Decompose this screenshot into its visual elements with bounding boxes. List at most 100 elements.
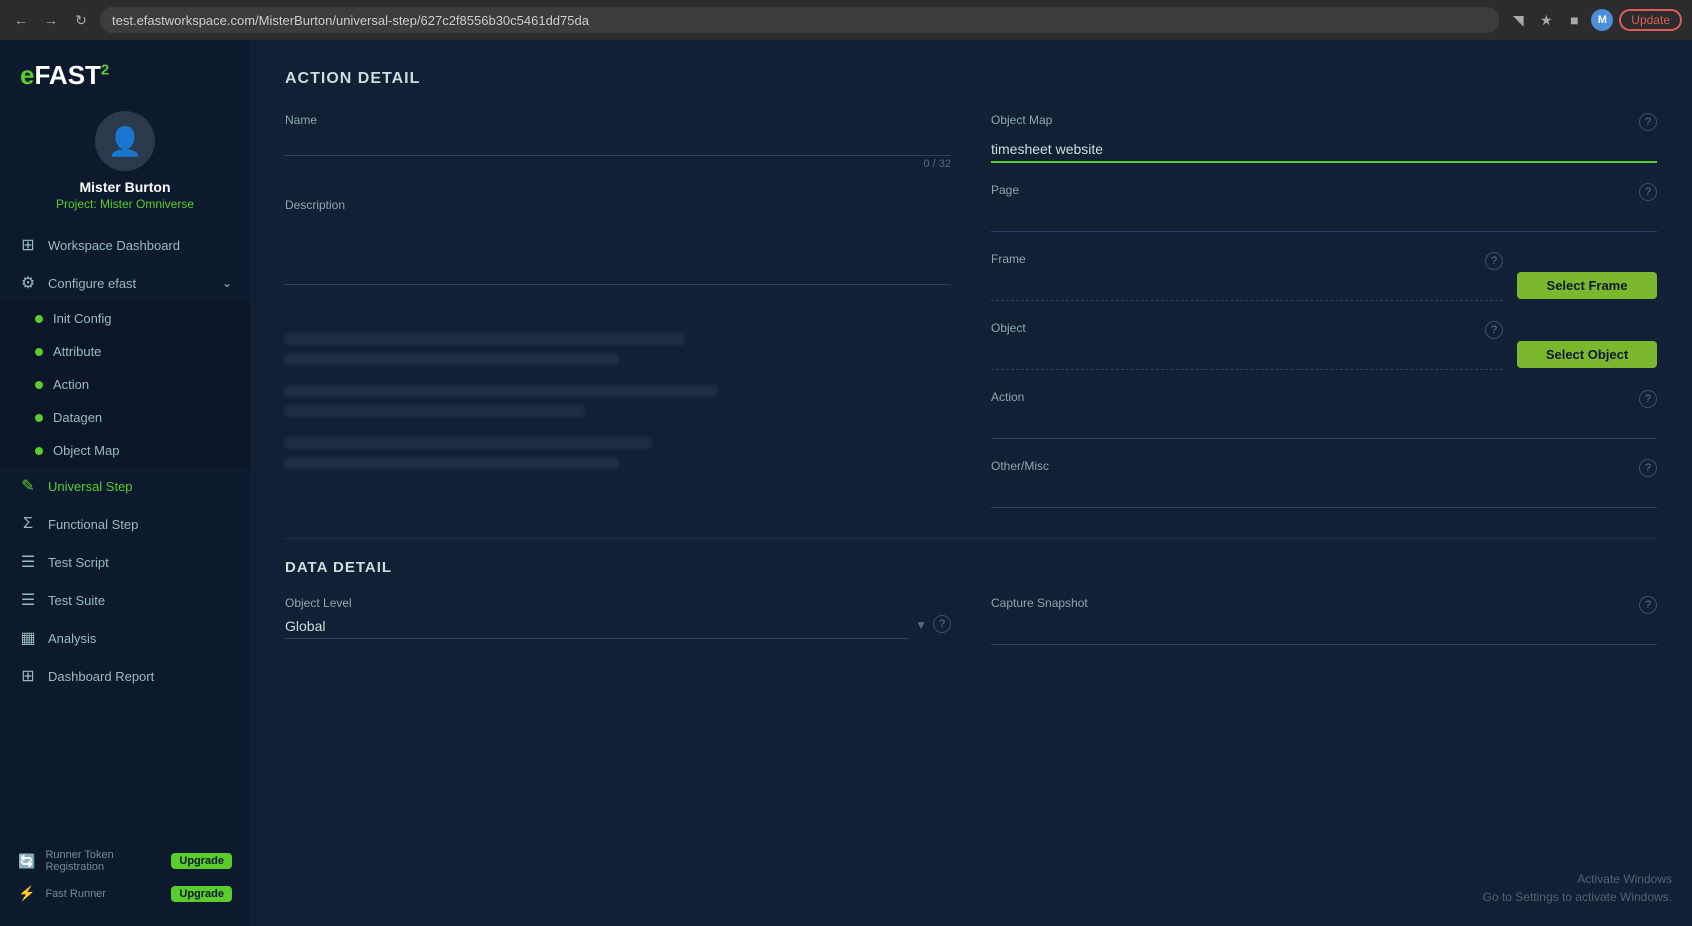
sidebar-bottom: 🔄 Runner Token Registration Upgrade ⚡ Fa… xyxy=(0,835,250,916)
action-label: Action xyxy=(991,390,1024,404)
cast-icon[interactable]: ◥ xyxy=(1507,9,1529,31)
action-detail-title: ACTION DETAIL xyxy=(285,70,1657,88)
object-help-icon[interactable]: ? xyxy=(1485,321,1503,339)
sidebar-item-action[interactable]: Action xyxy=(0,368,250,401)
sidebar-label: Datagen xyxy=(53,410,232,425)
other-misc-help-icon[interactable]: ? xyxy=(1639,459,1657,477)
sidebar-item-test-script[interactable]: ☰ Test Script xyxy=(0,543,250,581)
avatar: 👤 xyxy=(95,111,155,171)
action-field: Action ? xyxy=(991,390,1657,439)
sidebar-label: Universal Step xyxy=(48,479,232,494)
sidebar-item-init-config[interactable]: Init Config xyxy=(0,302,250,335)
sidebar-item-dashboard-report[interactable]: ⊞ Dashboard Report xyxy=(0,657,250,695)
frame-help-icon[interactable]: ? xyxy=(1485,252,1503,270)
capture-snapshot-input[interactable] xyxy=(991,620,1657,645)
runner-token-label: Runner Token Registration xyxy=(45,849,161,873)
pencil-icon: ✎ xyxy=(18,476,38,496)
extensions-icon[interactable]: ■ xyxy=(1563,9,1585,31)
object-level-help-icon[interactable]: ? xyxy=(933,615,951,633)
select-arrow-icon: ▼ xyxy=(915,618,927,632)
back-button[interactable]: ← xyxy=(10,9,32,31)
object-level-field: Object Level Global Local Custom ▼ ? xyxy=(285,596,951,645)
windows-watermark: Activate Windows Go to Settings to activ… xyxy=(1483,870,1672,906)
user-name: Mister Burton xyxy=(80,179,171,195)
object-label: Object xyxy=(991,321,1026,335)
windows-watermark-line2: Go to Settings to activate Windows. xyxy=(1483,888,1672,906)
frame-label: Frame xyxy=(991,252,1026,266)
sidebar-item-workspace-dashboard[interactable]: ⊞ Workspace Dashboard xyxy=(0,226,250,264)
fast-runner-item: ⚡ Fast Runner Upgrade xyxy=(18,879,232,908)
select-object-button[interactable]: Select Object xyxy=(1517,341,1657,368)
action-help-icon[interactable]: ? xyxy=(1639,390,1657,408)
sidebar: eFAST2 👤 Mister Burton Project: Mister O… xyxy=(0,40,250,926)
sidebar-label: Test Script xyxy=(48,555,232,570)
name-input[interactable] xyxy=(285,131,951,156)
fast-runner-label: Fast Runner xyxy=(45,888,161,900)
sidebar-nav: ⊞ Workspace Dashboard ⚙ Configure efast … xyxy=(0,226,250,835)
right-column: Object Map ? Page ? xyxy=(991,113,1657,508)
sidebar-item-test-suite[interactable]: ☰ Test Suite xyxy=(0,581,250,619)
update-button[interactable]: Update xyxy=(1619,9,1682,31)
action-input[interactable] xyxy=(991,414,1657,439)
sidebar-user: 👤 Mister Burton Project: Mister Omnivers… xyxy=(0,101,250,226)
sigma-icon: Σ xyxy=(18,514,38,534)
sidebar-label: Test Suite xyxy=(48,593,232,608)
page-input[interactable] xyxy=(991,207,1657,232)
logo: eFAST2 xyxy=(0,40,250,101)
other-misc-label: Other/Misc xyxy=(991,459,1049,473)
frame-row: Frame ? Select Frame xyxy=(991,252,1657,301)
name-counter: 0 / 32 xyxy=(285,158,951,170)
data-detail-form: Object Level Global Local Custom ▼ ? Cap… xyxy=(285,596,1657,645)
other-misc-field: Other/Misc ? xyxy=(991,459,1657,508)
sidebar-item-analysis[interactable]: ▦ Analysis xyxy=(0,619,250,657)
sidebar-item-object-map[interactable]: Object Map xyxy=(0,434,250,467)
object-field: Object ? xyxy=(991,321,1503,370)
sidebar-item-functional-step[interactable]: Σ Functional Step xyxy=(0,505,250,543)
chevron-down-icon: ⌄ xyxy=(222,276,232,290)
bullet-icon xyxy=(35,381,43,389)
suite-icon: ☰ xyxy=(18,590,38,610)
object-level-label: Object Level xyxy=(285,596,951,610)
runner-token-upgrade-button[interactable]: Upgrade xyxy=(171,853,232,869)
sidebar-item-universal-step[interactable]: ✎ Universal Step xyxy=(0,467,250,505)
capture-snapshot-field: Capture Snapshot ? xyxy=(991,596,1657,645)
object-input[interactable] xyxy=(991,345,1503,370)
sidebar-submenu-configure: Init Config Attribute Action Datagen Obj… xyxy=(0,302,250,467)
description-textarea[interactable] xyxy=(285,216,951,285)
url-bar[interactable] xyxy=(100,7,1499,33)
bullet-icon xyxy=(35,414,43,422)
bookmark-icon[interactable]: ★ xyxy=(1535,9,1557,31)
object-map-field: Object Map ? xyxy=(991,113,1657,163)
sidebar-item-attribute[interactable]: Attribute xyxy=(0,335,250,368)
select-frame-button[interactable]: Select Frame xyxy=(1517,272,1657,299)
object-map-help-icon[interactable]: ? xyxy=(1639,113,1657,131)
reload-button[interactable]: ↻ xyxy=(70,9,92,31)
sidebar-item-configure-efast[interactable]: ⚙ Configure efast ⌄ xyxy=(0,264,250,302)
description-label: Description xyxy=(285,198,951,212)
sidebar-label: Object Map xyxy=(53,443,232,458)
frame-input[interactable] xyxy=(991,276,1503,301)
name-label: Name xyxy=(285,113,951,127)
other-misc-input[interactable] xyxy=(991,483,1657,508)
page-help-icon[interactable]: ? xyxy=(1639,183,1657,201)
sidebar-label: Functional Step xyxy=(48,517,232,532)
page-label: Page xyxy=(991,183,1019,197)
object-map-input[interactable] xyxy=(991,137,1657,163)
action-form: Name 0 / 32 Description xyxy=(285,113,1657,508)
object-level-select[interactable]: Global Local Custom xyxy=(285,614,909,639)
avatar: M xyxy=(1591,9,1613,31)
bullet-icon xyxy=(35,348,43,356)
sidebar-label: Configure efast xyxy=(48,276,212,291)
sidebar-label: Action xyxy=(53,377,232,392)
section-divider xyxy=(285,538,1657,539)
fast-runner-upgrade-button[interactable]: Upgrade xyxy=(171,886,232,902)
sidebar-label: Attribute xyxy=(53,344,232,359)
frame-field: Frame ? xyxy=(991,252,1503,301)
runner-token-icon: 🔄 xyxy=(18,853,35,870)
sidebar-item-datagen[interactable]: Datagen xyxy=(0,401,250,434)
capture-snapshot-help-icon[interactable]: ? xyxy=(1639,596,1657,614)
forward-button[interactable]: → xyxy=(40,9,62,31)
fast-runner-icon: ⚡ xyxy=(18,885,35,902)
browser-bar: ← → ↻ ◥ ★ ■ M Update xyxy=(0,0,1692,40)
sidebar-label: Dashboard Report xyxy=(48,669,232,684)
